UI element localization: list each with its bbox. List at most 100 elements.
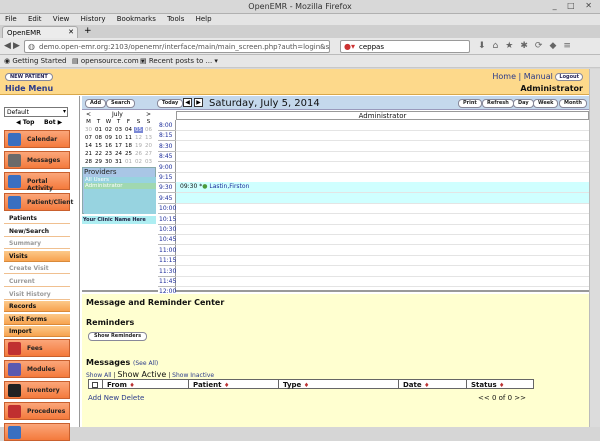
mini-calendar-day[interactable]: 03	[144, 159, 153, 165]
menu-tools[interactable]: Tools	[162, 14, 188, 23]
column-type[interactable]: Type ♦	[279, 380, 399, 389]
home-icon[interactable]: ⌂	[493, 41, 506, 51]
calendar-slot[interactable]	[176, 172, 589, 183]
mini-calendar-day[interactable]: 26	[134, 151, 143, 157]
sidebar-item-patient[interactable]: Patient/Client	[4, 193, 73, 211]
mini-calendar-day[interactable]: 07	[84, 135, 93, 141]
add-new-link[interactable]: Add New	[88, 394, 119, 402]
home-link[interactable]: Home	[492, 72, 516, 81]
mini-calendar-day[interactable]: 24	[114, 151, 123, 157]
mini-calendar-day[interactable]: 25	[124, 151, 133, 157]
time-slot-label[interactable]: 11:00	[158, 245, 176, 256]
time-slot-label[interactable]: 9:45	[158, 193, 176, 204]
bot-link[interactable]: Bot ▶	[44, 119, 62, 126]
sidebar-item-portal[interactable]: Portal Activity	[4, 172, 70, 192]
addon-icon[interactable]: ✱	[520, 41, 535, 51]
sidebar-item-messages[interactable]: Messages	[4, 151, 70, 169]
mini-calendar-day[interactable]: 04	[124, 127, 133, 133]
sidebar-link-5[interactable]: Current	[4, 276, 70, 287]
mini-calendar-day[interactable]: 19	[134, 143, 143, 149]
hide-menu-link[interactable]: Hide Menu	[5, 84, 53, 93]
calendar-slot[interactable]	[176, 120, 589, 131]
sidebar-link-4[interactable]: Create Visit	[4, 263, 70, 275]
calendar-slot[interactable]	[176, 245, 589, 256]
time-slot-label[interactable]: 10:45	[158, 234, 176, 246]
url-bar[interactable]: ◍ demo.open-emr.org:2103/openemr/interfa…	[24, 40, 330, 53]
bookmarks-icon[interactable]: ★	[505, 41, 520, 51]
mini-calendar-day[interactable]: 08	[94, 135, 103, 141]
sidebar-link-6[interactable]: Visit History	[4, 288, 70, 300]
mini-calendar-day[interactable]: 29	[94, 159, 103, 165]
week-view-button[interactable]: Week	[533, 99, 559, 108]
mini-calendar-day[interactable]: 21	[84, 151, 93, 157]
search-bar[interactable]: ●▾ ceppas	[340, 40, 470, 53]
calendar-slot[interactable]	[176, 141, 589, 152]
mini-calendar-day[interactable]: 17	[114, 143, 123, 149]
appointment[interactable]: 09:30 *● Lastin,Firston	[180, 183, 249, 190]
mini-calendar-day[interactable]: 28	[84, 159, 93, 165]
back-icon[interactable]: ◀	[4, 41, 11, 51]
show-all-link[interactable]: Show All	[86, 372, 112, 379]
sidebar-link-7[interactable]: Records	[4, 301, 70, 313]
sync-icon[interactable]: ⟳	[535, 41, 550, 51]
mini-calendar-day[interactable]: 30	[84, 127, 93, 133]
sidebar-item-modules[interactable]: Modules	[4, 360, 70, 378]
show-inactive-link[interactable]: Show Inactive	[172, 372, 214, 379]
new-patient-button[interactable]: NEW PATIENT	[5, 73, 53, 81]
mini-calendar-day[interactable]: 01	[124, 159, 133, 165]
menu-help[interactable]: Help	[191, 14, 216, 23]
sidebar-item-fees[interactable]: Fees	[4, 339, 70, 357]
new-tab-icon[interactable]: +	[84, 26, 92, 36]
sidebar-link-1[interactable]: New/Search	[4, 225, 70, 237]
calendar-slot[interactable]	[176, 192, 589, 204]
vertical-scrollbar[interactable]	[589, 69, 600, 427]
mini-calendar-day[interactable]: 05	[134, 127, 143, 133]
calendar-slot[interactable]	[176, 151, 589, 163]
bookmark-recent-posts[interactable]: ▤ Recent posts to ... ▾	[140, 57, 218, 65]
menu-edit[interactable]: Edit	[23, 14, 46, 23]
time-slot-label[interactable]: 9:15	[158, 172, 176, 183]
top-link[interactable]: ◀ Top	[16, 119, 34, 126]
mini-calendar-day[interactable]: 20	[144, 143, 153, 149]
time-slot-label[interactable]: 10:00	[158, 203, 176, 215]
mini-calendar-day[interactable]: 14	[84, 143, 93, 149]
sidebar-item-admin[interactable]	[4, 423, 70, 441]
bookmark-opensource[interactable]: ▤ opensource.com ▾	[72, 57, 144, 65]
logout-button[interactable]: Logout	[555, 73, 583, 81]
mini-calendar-day[interactable]: 13	[144, 135, 153, 141]
forward-icon[interactable]: ▶	[13, 41, 20, 51]
tab-openemr[interactable]: OpenEMR ✕	[2, 26, 78, 38]
sidebar-item-calendar[interactable]: Calendar	[4, 130, 70, 148]
sidebar-item-procedures[interactable]: Procedures	[4, 402, 70, 420]
next-day-button[interactable]: ▶	[194, 98, 203, 107]
sidebar-link-8[interactable]: Visit Forms	[4, 313, 70, 325]
calendar-slot[interactable]	[176, 214, 589, 225]
mini-calendar-day[interactable]: 02	[134, 159, 143, 165]
calendar-slot[interactable]	[176, 130, 589, 142]
calendar-slot[interactable]	[176, 255, 589, 267]
month-view-button[interactable]: Month	[559, 99, 587, 108]
time-slot-label[interactable]: 8:00	[158, 120, 176, 131]
column-from[interactable]: From ♦	[103, 380, 189, 389]
menu-history[interactable]: History	[76, 14, 110, 23]
mini-calendar-day[interactable]: 31	[114, 159, 123, 165]
extension-icon[interactable]: ◆	[549, 41, 563, 51]
print-button[interactable]: Print	[458, 99, 482, 108]
day-view-button[interactable]: Day	[513, 99, 534, 108]
column-status[interactable]: Status ♦	[467, 380, 533, 389]
mini-calendar-day[interactable]: 12	[134, 135, 143, 141]
prev-day-button[interactable]: ◀	[183, 98, 192, 107]
sidebar-item-inventory[interactable]: Inventory	[4, 381, 70, 399]
time-slot-label[interactable]: 10:30	[158, 224, 176, 235]
see-all-link[interactable]: (See All)	[133, 360, 158, 367]
time-slot-label[interactable]: 11:30	[158, 266, 176, 277]
sidebar-link-0[interactable]: Patients	[4, 213, 70, 224]
time-slot-label[interactable]: 8:30	[158, 141, 176, 152]
manual-link[interactable]: Manual	[524, 72, 553, 81]
bookmark-getting-started[interactable]: ◉ Getting Started	[4, 57, 66, 65]
calendar-slot[interactable]	[176, 276, 589, 287]
search-button[interactable]: Search	[106, 99, 136, 108]
calendar-slot[interactable]	[176, 203, 589, 215]
mini-calendar-day[interactable]: 01	[94, 127, 103, 133]
show-active-link[interactable]: Show Active	[117, 370, 166, 379]
